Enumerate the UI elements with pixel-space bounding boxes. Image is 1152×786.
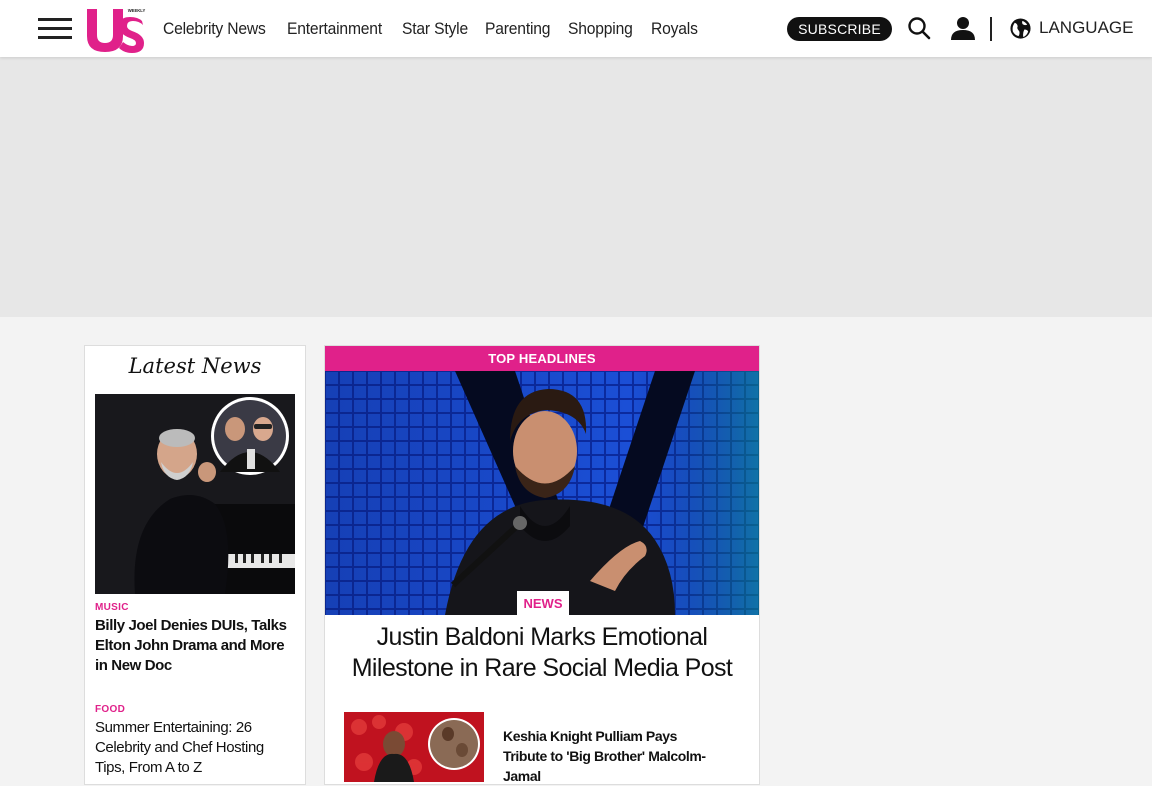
nav-item-shopping[interactable]: Shopping (568, 19, 633, 39)
justin-baldoni-photo (325, 371, 759, 615)
secondary-story-image[interactable] (344, 712, 484, 782)
ad-placeholder (0, 57, 1152, 317)
globe-icon[interactable] (1009, 17, 1032, 40)
feature-image[interactable] (325, 371, 759, 615)
main-nav: Celebrity News Entertainment Star Style … (163, 0, 701, 57)
feature-category-tag[interactable]: NEWS (517, 591, 569, 616)
secondary-story-headline[interactable]: Keshia Knight Pulliam Pays Tribute to 'B… (503, 726, 723, 786)
nav-item-entertainment[interactable]: Entertainment (287, 19, 382, 39)
header-divider (990, 17, 992, 41)
nav-item-royals[interactable]: Royals (651, 19, 698, 39)
us-weekly-logo[interactable]: WEEKLY (85, 5, 147, 53)
logo-subtext: WEEKLY (128, 8, 146, 13)
top-headlines-panel: TOP HEADLINES NEWS Justin Baldoni Marks … (324, 345, 760, 785)
language-selector[interactable]: LANGUAGE (1039, 18, 1133, 38)
latest-item-category[interactable]: FOOD (95, 704, 125, 715)
latest-item-headline[interactable]: Billy Joel Denies DUIs, Talks Elton John… (95, 616, 295, 676)
menu-icon[interactable] (38, 18, 72, 39)
nav-item-star-style[interactable]: Star Style (402, 19, 468, 39)
latest-item-headline[interactable]: Summer Entertaining: 26 Celebrity and Ch… (95, 718, 295, 778)
latest-news-image[interactable] (95, 394, 295, 594)
subscribe-button[interactable]: SUBSCRIBE (787, 17, 892, 41)
search-icon[interactable] (907, 16, 931, 40)
keshia-knight-pulliam-photo (344, 712, 484, 782)
latest-news-panel: Latest News MUSIC Billy Joel Denies DUIs… (84, 345, 306, 785)
nav-item-celebrity-news[interactable]: Celebrity News (163, 19, 266, 39)
feature-headline[interactable]: Justin Baldoni Marks Emotional Milestone… (335, 622, 749, 684)
user-icon[interactable] (950, 15, 976, 41)
latest-news-title: Latest News (128, 354, 262, 378)
top-headlines-banner: TOP HEADLINES (325, 346, 759, 371)
billy-joel-photo (95, 394, 295, 594)
latest-item-category[interactable]: MUSIC (95, 602, 129, 613)
nav-item-parenting[interactable]: Parenting (485, 19, 550, 39)
site-header: WEEKLY Celebrity News Entertainment Star… (0, 0, 1152, 57)
